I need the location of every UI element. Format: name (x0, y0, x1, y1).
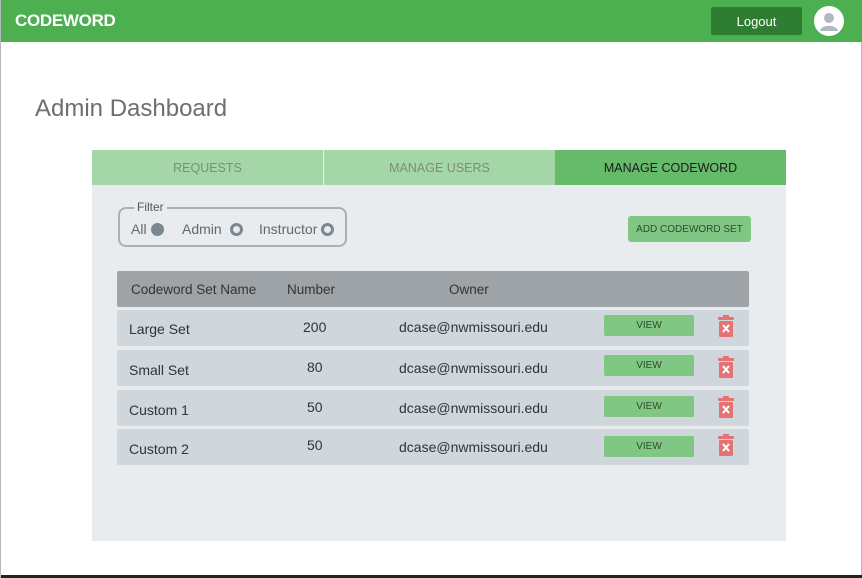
trash-icon[interactable] (717, 434, 735, 456)
codeword-count: 80 (307, 359, 323, 375)
view-button[interactable]: VIEW (604, 315, 694, 336)
codeword-set-name: Small Set (129, 362, 189, 378)
tab-requests[interactable]: REQUESTS (92, 150, 324, 185)
table-row: Custom 2 50 dcase@nwmissouri.edu VIEW (117, 429, 749, 465)
codeword-count: 50 (307, 437, 323, 453)
trash-icon[interactable] (717, 396, 735, 418)
tab-bar: REQUESTS MANAGE USERS MANAGE CODEWORD (92, 150, 786, 185)
codeword-set-name: Custom 1 (129, 402, 189, 418)
codeword-count: 200 (303, 319, 327, 335)
codeword-panel: REQUESTS MANAGE USERS MANAGE CODEWORD Fi… (92, 150, 786, 541)
view-button[interactable]: VIEW (604, 355, 694, 376)
owner-email: dcase@nwmissouri.edu (399, 439, 548, 455)
tab-manage-codeword[interactable]: MANAGE CODEWORD (555, 150, 786, 185)
radio-unselected-icon[interactable] (229, 222, 243, 236)
view-button[interactable]: VIEW (604, 436, 694, 457)
column-header-owner: Owner (449, 282, 489, 297)
filter-option-all[interactable]: All (131, 221, 164, 237)
filter-group: Filter All Admin Instructor (118, 200, 347, 247)
table-row: Large Set 200 dcase@nwmissouri.edu VIEW (117, 310, 749, 346)
view-button[interactable]: VIEW (604, 396, 694, 417)
user-avatar-icon[interactable] (814, 6, 844, 36)
page-title: Admin Dashboard (35, 95, 228, 122)
codeword-set-name: Custom 2 (129, 441, 189, 457)
codeword-count: 50 (307, 399, 323, 415)
logout-button[interactable]: Logout (711, 7, 802, 35)
table-header: Codeword Set Name Number Owner (117, 271, 749, 307)
trash-icon[interactable] (717, 315, 735, 337)
table-row: Custom 1 50 dcase@nwmissouri.edu VIEW (117, 390, 749, 426)
add-codeword-set-button[interactable]: ADD CODEWORD SET (628, 216, 751, 242)
table-row: Small Set 80 dcase@nwmissouri.edu VIEW (117, 350, 749, 386)
trash-icon[interactable] (717, 356, 735, 378)
filter-option-admin[interactable]: Admin (182, 221, 243, 237)
filter-option-instructor[interactable]: Instructor (259, 221, 335, 237)
owner-email: dcase@nwmissouri.edu (399, 319, 548, 335)
column-header-name: Codeword Set Name (131, 282, 257, 297)
filter-option-label: Instructor (259, 221, 318, 237)
column-header-number: Number (287, 282, 336, 297)
tab-manage-users[interactable]: MANAGE USERS (324, 150, 555, 185)
brand-logo[interactable]: CODEWORD (15, 11, 116, 31)
owner-email: dcase@nwmissouri.edu (399, 360, 548, 376)
radio-selected-icon[interactable] (150, 222, 164, 236)
owner-email: dcase@nwmissouri.edu (399, 400, 548, 416)
filter-legend: Filter (134, 200, 167, 214)
top-navbar: CODEWORD Logout (1, 0, 862, 42)
codeword-set-name: Large Set (129, 321, 190, 337)
filter-option-label: Admin (182, 221, 222, 237)
radio-unselected-icon[interactable] (321, 222, 335, 236)
filter-option-label: All (131, 221, 147, 237)
